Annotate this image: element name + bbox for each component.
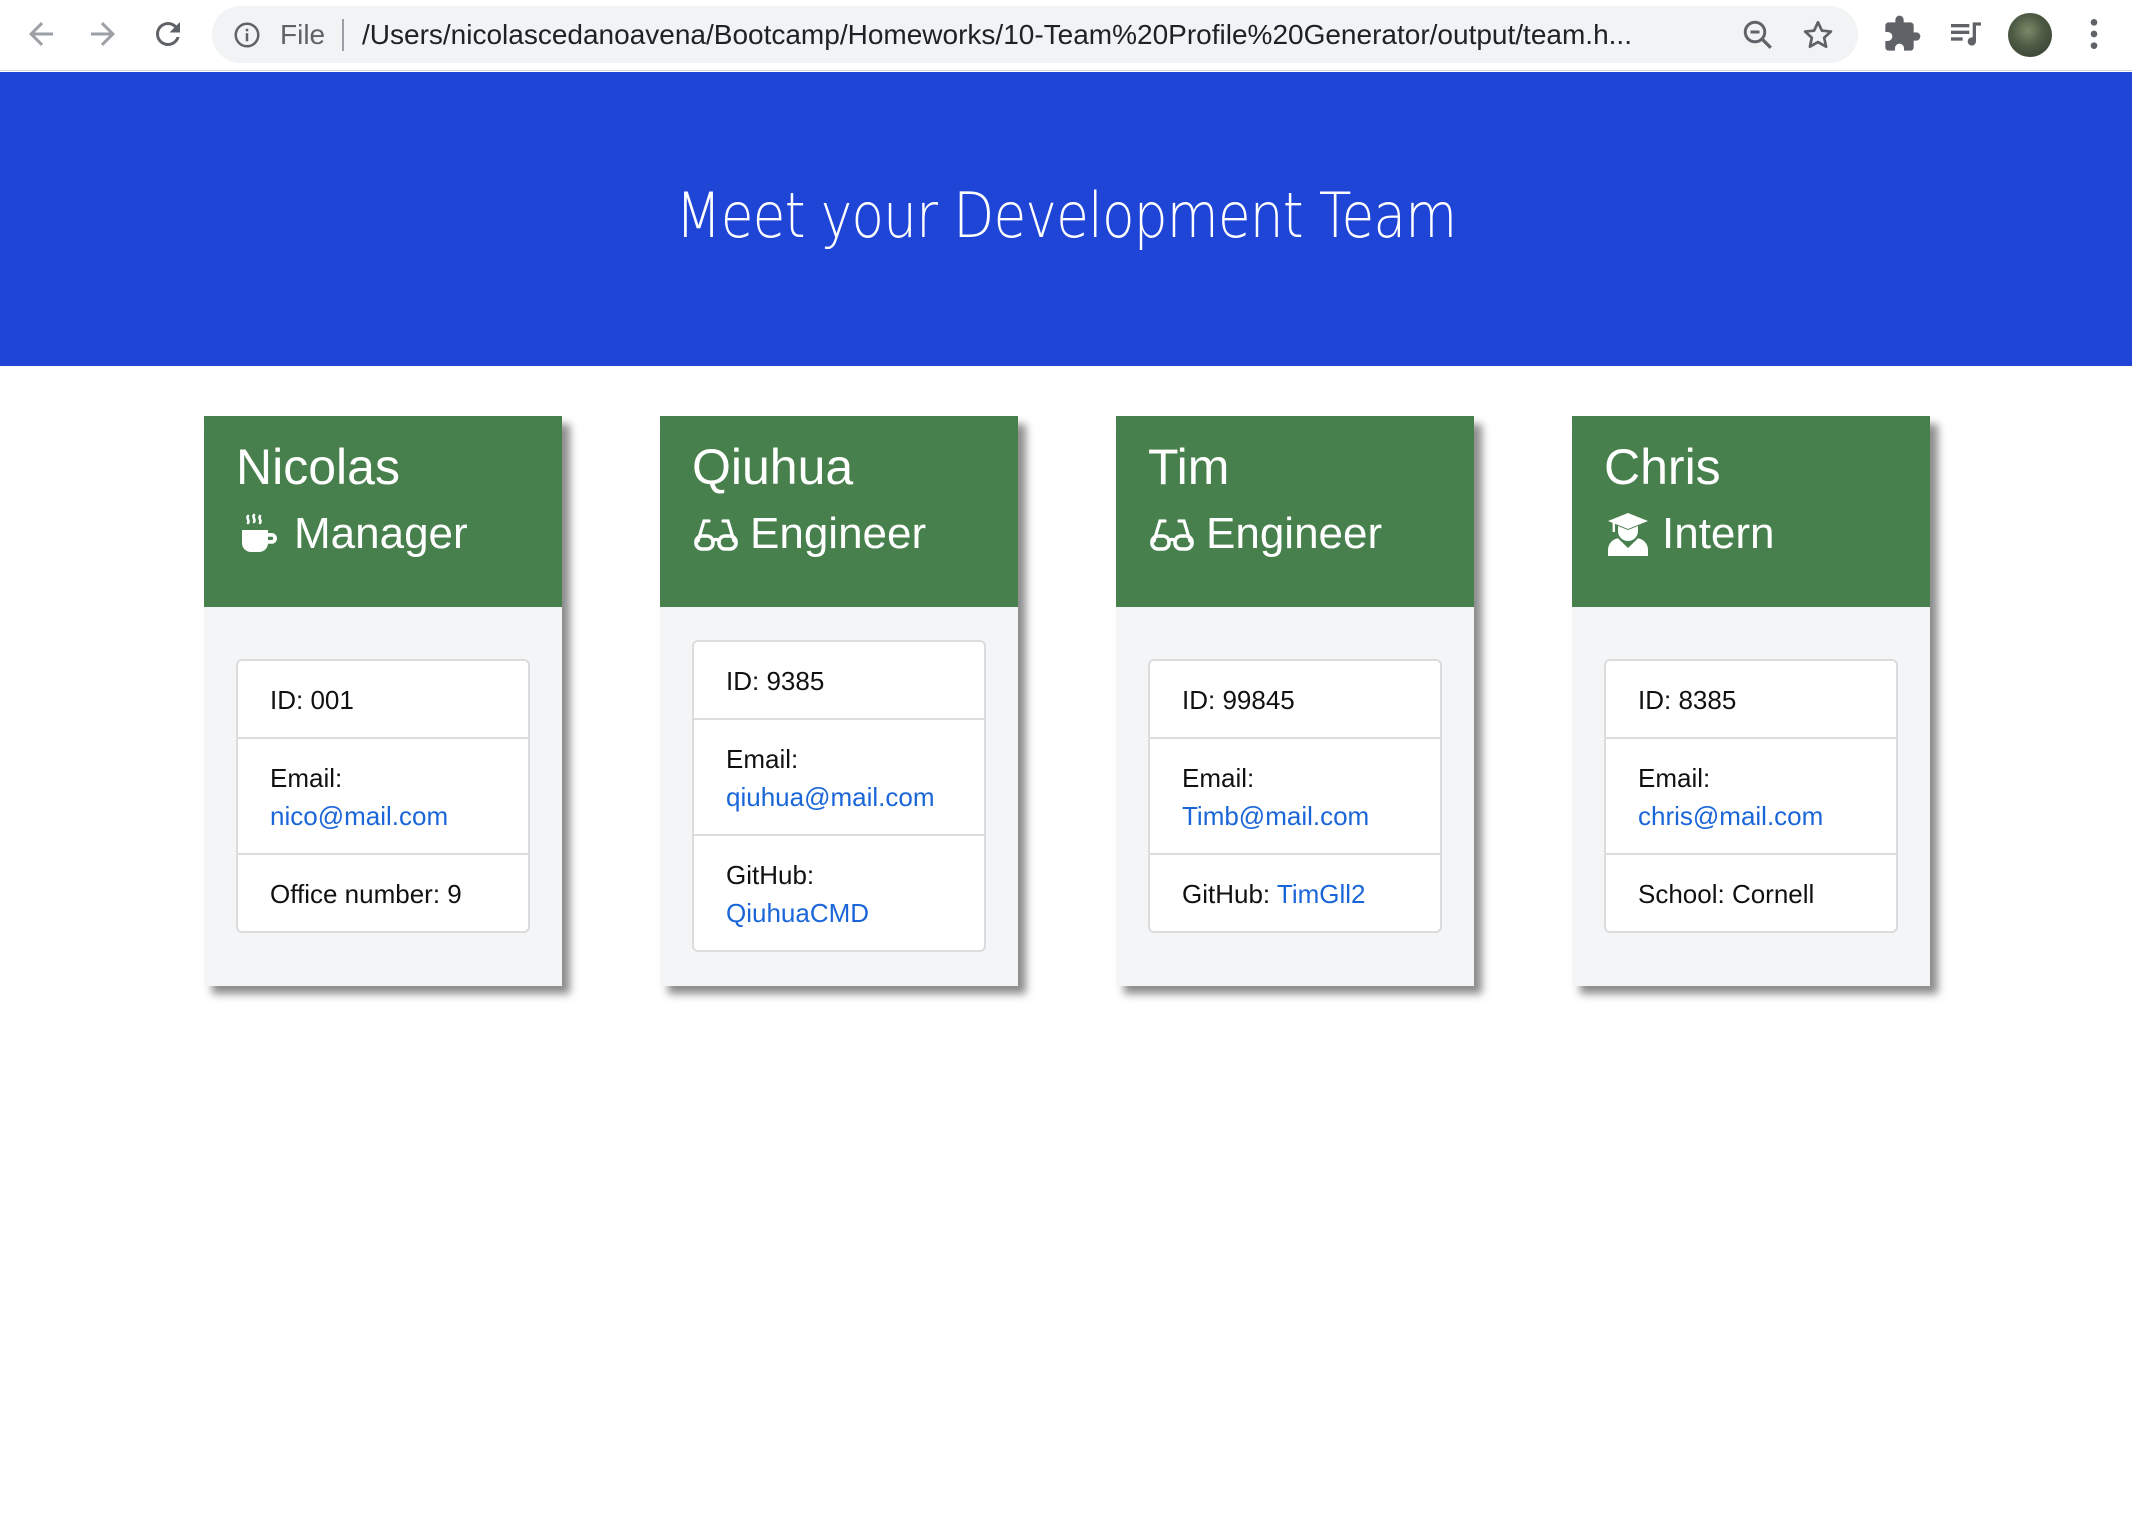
office-number-item: Office number: 9 [238, 853, 528, 931]
id-item: ID: 8385 [1638, 685, 1737, 715]
coffee-icon [242, 513, 277, 552]
github-link[interactable]: TimGll2 [1277, 879, 1366, 909]
github-label: GitHub: [726, 860, 815, 890]
profile-avatar[interactable] [2008, 13, 2052, 57]
details-list: ID: 9385 Email: qiuhua@mail.com GitHub: … [692, 640, 986, 952]
extensions-icon[interactable] [1882, 14, 1922, 54]
bookmark-star-icon[interactable] [1800, 17, 1836, 53]
employee-name: Chris [1604, 439, 1721, 495]
back-button[interactable] [17, 10, 65, 58]
card-header: Chris Intern [1572, 416, 1930, 607]
email-label: Email: [1638, 763, 1711, 793]
employee-role: Intern [1604, 508, 1930, 560]
id-item: ID: 001 [270, 685, 354, 715]
more-menu-icon[interactable] [2074, 14, 2114, 54]
forward-button[interactable] [79, 10, 127, 58]
employee-role: Engineer [1148, 508, 1474, 560]
media-queue-icon[interactable] [1946, 14, 1986, 54]
id-item: ID: 99845 [1182, 685, 1295, 715]
employee-name: Nicolas [236, 439, 400, 495]
reload-icon [155, 21, 180, 46]
email-label: Email: [1182, 763, 1255, 793]
employee-name: Qiuhua [692, 439, 854, 495]
page-header: Meet your Development Team [0, 72, 2132, 366]
github-label: GitHub: [1182, 879, 1271, 909]
email-link[interactable]: Timb@mail.com [1182, 801, 1369, 831]
card-header: Qiuhua Engineer [660, 416, 1018, 607]
employee-role: Manager [236, 508, 562, 560]
role-label: Engineer [1206, 509, 1383, 558]
card-header: Tim Engineer [1116, 416, 1474, 607]
arrow-left-icon [29, 22, 53, 46]
email-item: Email: chris@mail.com [1606, 737, 1896, 853]
email-link[interactable]: qiuhua@mail.com [726, 782, 934, 812]
github-item: GitHub: TimGll2 [1150, 853, 1440, 931]
role-label: Manager [294, 509, 468, 558]
glasses-icon [694, 519, 738, 551]
reload-button[interactable] [144, 10, 192, 58]
divider [342, 19, 344, 51]
details-list: ID: 001 Email: nico@mail.com Office numb… [236, 659, 530, 933]
scheme-label: File [280, 19, 326, 50]
glasses-icon [1150, 519, 1194, 551]
github-item: GitHub: QiuhuaCMD [694, 834, 984, 950]
graduate-icon [1608, 513, 1648, 556]
github-link[interactable]: QiuhuaCMD [726, 898, 869, 928]
address-bar[interactable]: File /Users/nicolascedanoavena/Bootcamp/… [212, 6, 1858, 63]
id-item: ID: 9385 [726, 666, 825, 696]
email-label: Email: [726, 744, 799, 774]
details-list: ID: 8385 Email: chris@mail.com School: C… [1604, 659, 1898, 933]
info-icon[interactable] [232, 20, 262, 50]
employee-card: Nicolas Manager ID: 001 Email: nico@mail… [204, 416, 562, 986]
employee-card: Tim Engineer ID: 99845 Email: Timb@mail.… [1116, 416, 1474, 986]
employee-card: Chris Intern ID: 8385 Email: chris@mail.… [1572, 416, 1930, 986]
email-link[interactable]: nico@mail.com [270, 801, 448, 831]
card-header: Nicolas Manager [204, 416, 562, 607]
email-item: Email: Timb@mail.com [1150, 737, 1440, 853]
employee-role: Engineer [692, 508, 1018, 560]
zoom-icon[interactable] [1740, 17, 1776, 53]
email-item: Email: nico@mail.com [238, 737, 528, 853]
employee-name: Tim [1148, 439, 1230, 495]
school-item: School: Cornell [1606, 853, 1896, 931]
email-item: Email: qiuhua@mail.com [694, 718, 984, 834]
page-title: Meet your Development Team [675, 178, 1458, 252]
arrow-right-icon [91, 22, 115, 46]
role-label: Intern [1662, 509, 1775, 558]
browser-toolbar: File /Users/nicolascedanoavena/Bootcamp/… [0, 0, 2132, 71]
email-link[interactable]: chris@mail.com [1638, 801, 1823, 831]
employee-card: Qiuhua Engineer ID: 9385 Email: qiuhua@m… [660, 416, 1018, 986]
email-label: Email: [270, 763, 343, 793]
role-label: Engineer [750, 509, 927, 558]
url-text[interactable]: /Users/nicolascedanoavena/Bootcamp/Homew… [362, 19, 1712, 51]
details-list: ID: 99845 Email: Timb@mail.com GitHub: T… [1148, 659, 1442, 933]
